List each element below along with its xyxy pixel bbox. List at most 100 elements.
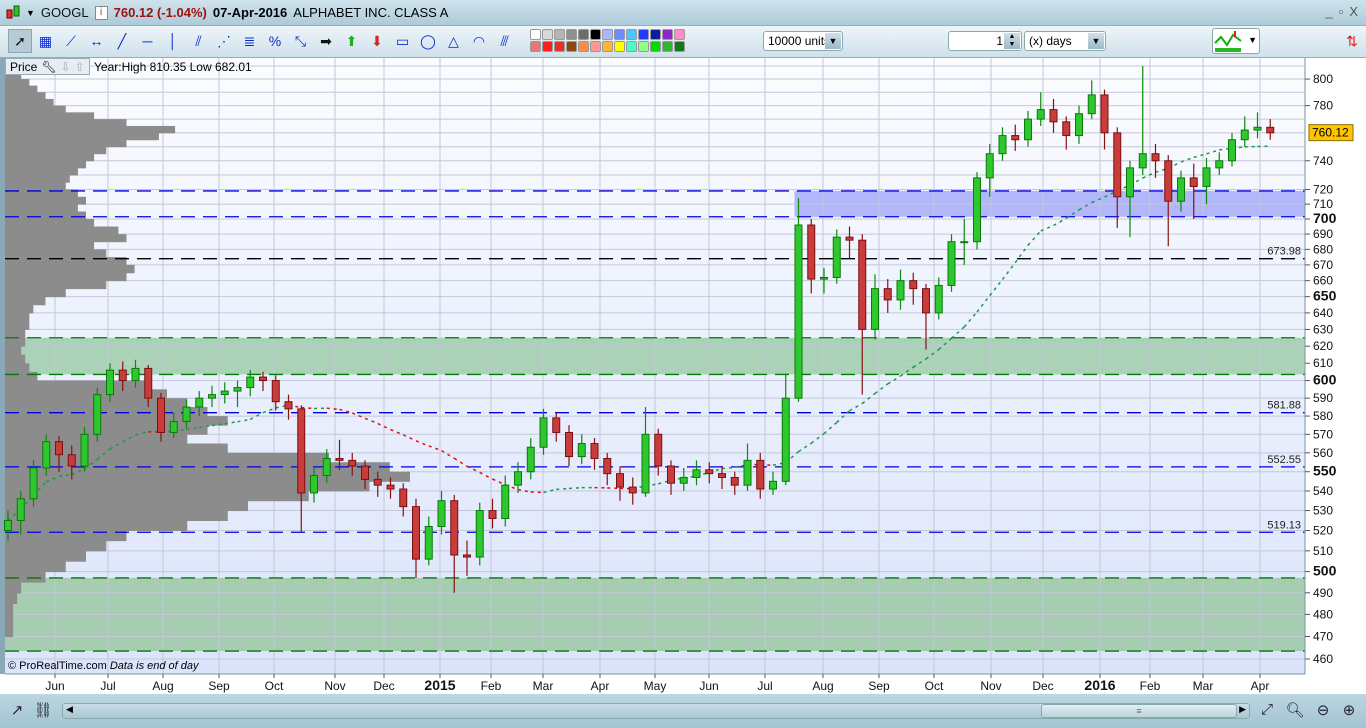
buy-sell-icon[interactable]: ⇅ (1340, 29, 1364, 53)
chevron-down-icon[interactable]: ▼ (1248, 35, 1257, 45)
scroll-right-icon[interactable]: ▶ (1239, 704, 1246, 715)
add-indicator-button[interactable]: ▼ (1212, 28, 1260, 54)
close-button[interactable]: X (1349, 4, 1358, 19)
restore-button[interactable]: ▫ (1339, 4, 1344, 19)
wrench-icon[interactable]: 🔧︎ (41, 60, 56, 74)
x-tick-label: 2015 (424, 677, 455, 693)
auto-zoom-icon[interactable]: 🔍︎ (1284, 701, 1306, 721)
zoom-in-icon[interactable]: ⊕ (1338, 701, 1360, 721)
minimize-button[interactable]: _ (1325, 4, 1332, 19)
color-swatch[interactable] (566, 41, 577, 52)
candle-body (730, 476, 739, 486)
price-chart[interactable]: 673.98 581.88 552.55 519.13 800 780 740 720 710 7… (0, 58, 1366, 694)
color-swatch[interactable] (626, 29, 637, 40)
volume-profile-bar (5, 119, 127, 127)
vertical-line-tool-icon[interactable]: │ (161, 29, 185, 53)
price-panel-header[interactable]: Price 🔧︎ ⇩ ⇧ (5, 58, 90, 75)
horizontal-line-tool-icon[interactable]: ─ (136, 29, 160, 53)
candle-body (794, 224, 803, 399)
export-chart-icon[interactable]: ↗ (6, 701, 28, 721)
volume-profile-bar (5, 614, 14, 626)
channel-tool-icon[interactable]: ⫽ (187, 29, 211, 53)
period-stepper[interactable]: 1 ▲ ▼ (948, 31, 1022, 51)
scroll-left-icon[interactable]: ◀ (66, 704, 73, 715)
line-segment-tool-icon[interactable]: ⟋ (59, 29, 83, 53)
color-swatch[interactable] (650, 29, 661, 40)
color-swatch[interactable] (650, 41, 661, 52)
color-swatch[interactable] (674, 41, 685, 52)
x-tick-label: Sep (868, 679, 890, 693)
symbol[interactable]: GOOGL (41, 5, 89, 20)
x-tick-label: Apr (591, 679, 610, 693)
move-up-icon[interactable]: ⇧ (75, 60, 85, 74)
chevron-down-icon[interactable]: ▼ (825, 33, 841, 49)
candlestick-icon[interactable] (6, 4, 20, 22)
arrow-up-green-tool-icon[interactable]: ⬆ (340, 29, 364, 53)
candle-body (220, 390, 229, 396)
percent-retracement-tool-icon[interactable]: % (263, 29, 287, 53)
point-to-point-tool-icon[interactable]: ⤡ (289, 29, 313, 53)
period-unit-select[interactable]: (x) days ▼ (1024, 31, 1106, 51)
quote-date: 07-Apr-2016 (212, 5, 288, 20)
arrow-down-red-tool-icon[interactable]: ⬇ (365, 29, 389, 53)
fan-lines-tool-icon[interactable]: ⋰ (212, 29, 236, 53)
rectangle-tool-icon[interactable]: ▭ (391, 29, 415, 53)
fibonacci-fan-tool-icon[interactable]: ⫻ (493, 29, 517, 53)
info-icon[interactable]: i (94, 5, 108, 20)
color-swatch[interactable] (578, 41, 589, 52)
color-swatch[interactable] (614, 29, 625, 40)
candle-body (616, 473, 624, 488)
fit-chart-icon[interactable]: ⤢ (1256, 701, 1278, 721)
horizontal-measure-tool-icon[interactable]: ↔ (85, 29, 109, 53)
fibonacci-retracement-tool-icon[interactable]: ≣ (238, 29, 262, 53)
color-swatch[interactable] (602, 41, 613, 52)
color-swatch[interactable] (530, 29, 541, 40)
move-down-icon[interactable]: ⇩ (61, 60, 71, 74)
candle-body (565, 431, 573, 458)
chart-canvas[interactable]: 673.98581.88552.55519.138007807407207107… (0, 58, 1366, 694)
zoom-out-icon[interactable]: ⊖ (1312, 701, 1334, 721)
triangle-tool-icon[interactable]: △ (442, 29, 466, 53)
color-swatch[interactable] (662, 29, 673, 40)
y-tick-label: 600 (1313, 372, 1337, 388)
color-swatch[interactable] (638, 29, 649, 40)
candle-body (603, 457, 612, 475)
color-swatch[interactable] (542, 29, 553, 40)
stepper-arrows-icon[interactable]: ▲ ▼ (1004, 33, 1020, 49)
candle-body (769, 480, 777, 490)
volume-profile-bar (5, 571, 46, 583)
color-swatch[interactable] (554, 41, 565, 52)
color-swatch[interactable] (590, 29, 601, 40)
fibonacci-arcs-tool-icon[interactable]: ◠ (467, 29, 491, 53)
trend-line-tool-icon[interactable]: ╱ (110, 29, 134, 53)
color-swatch[interactable] (530, 41, 541, 52)
scrollbar-thumb[interactable]: ≡ (1041, 704, 1237, 718)
color-swatch[interactable] (590, 41, 601, 52)
x-tick-label: Sep (208, 679, 230, 693)
color-swatch[interactable] (578, 29, 589, 40)
color-swatch[interactable] (614, 41, 625, 52)
volume-profile-bar (5, 520, 188, 532)
y-tick-label: 740 (1313, 154, 1333, 168)
color-swatch[interactable] (542, 41, 553, 52)
ellipse-tool-icon[interactable]: ◯ (416, 29, 440, 53)
candle-body (1087, 94, 1096, 115)
color-swatch[interactable] (602, 29, 613, 40)
color-swatch[interactable] (554, 29, 565, 40)
volume-profile-bar (5, 471, 410, 482)
candle-body (667, 465, 675, 484)
color-swatch[interactable] (674, 29, 685, 40)
y-tick-label: 470 (1313, 629, 1333, 643)
color-swatch[interactable] (638, 41, 649, 52)
pointer-tool-icon[interactable]: ➚ (8, 29, 32, 53)
chevron-down-icon[interactable]: ▼ (1088, 33, 1104, 49)
arrow-black-tool-icon[interactable]: ➡ (314, 29, 338, 53)
symbol-dropdown-icon[interactable]: ▼ (26, 8, 35, 18)
color-swatch[interactable] (626, 41, 637, 52)
color-swatch[interactable] (566, 29, 577, 40)
chart-style-icon[interactable]: ⛓ (32, 701, 54, 721)
color-swatch[interactable] (662, 41, 673, 52)
units-select[interactable]: 10000 units ▼ (763, 31, 843, 51)
ruler-tool-icon[interactable]: ▦ (34, 29, 58, 53)
time-scrollbar[interactable]: ◀ ≡ ▶ (62, 703, 1250, 719)
